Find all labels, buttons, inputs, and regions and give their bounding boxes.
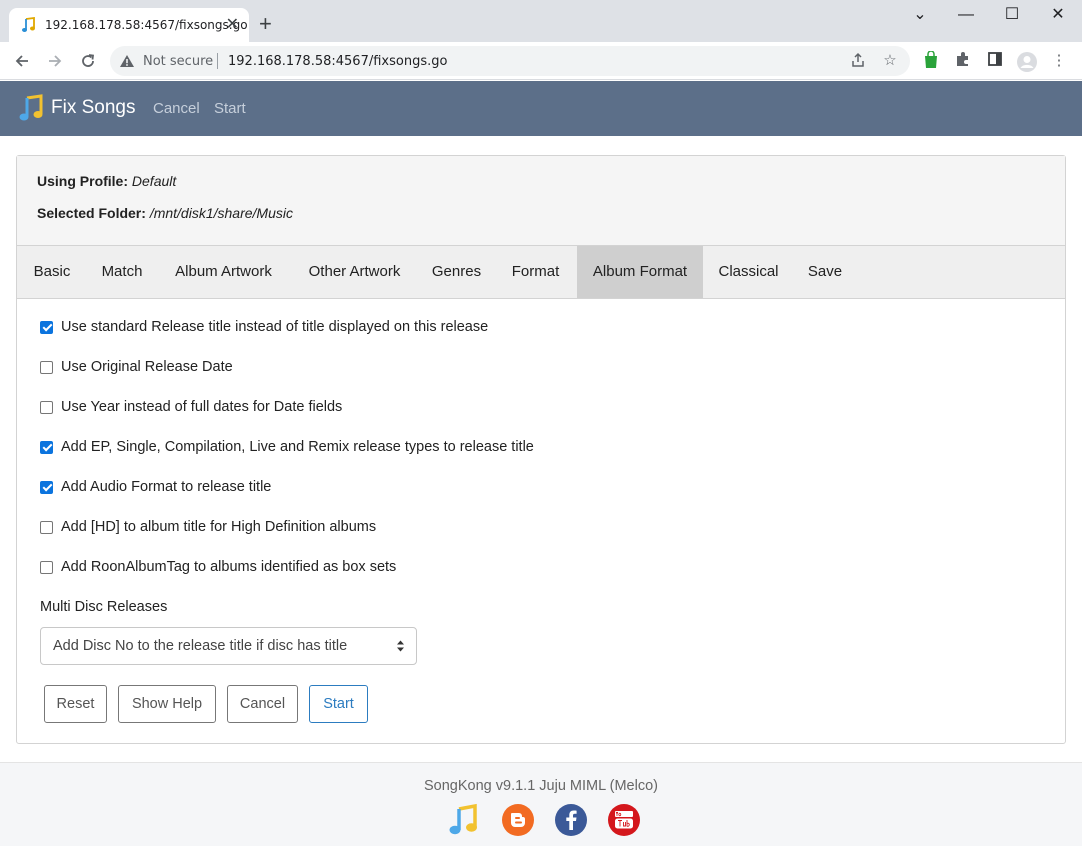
browser-tabstrip: 192.168.178.58:4567/fixsongs.go ✕ + ⌄ — … — [0, 0, 1082, 42]
option-label: Use Original Release Date — [61, 359, 233, 375]
option-label: Add EP, Single, Compilation, Live and Re… — [61, 439, 534, 455]
option-checkbox[interactable] — [40, 360, 53, 374]
settings-tabs: Basic Match Album Artwork Other Artwork … — [17, 246, 1065, 299]
tab-save[interactable]: Save — [794, 246, 856, 298]
browser-tab[interactable]: 192.168.178.58:4567/fixsongs.go ✕ — [9, 8, 249, 42]
url-text[interactable]: 192.168.178.58:4567/fixsongs.go — [228, 54, 447, 69]
tab-classical[interactable]: Classical — [703, 246, 794, 298]
songkong-logo-icon[interactable] — [18, 94, 46, 122]
new-tab-icon[interactable]: + — [259, 12, 272, 36]
fix-songs-card: Using Profile: Default Selected Folder: … — [16, 155, 1066, 744]
window-close-icon[interactable]: ✕ — [1035, 4, 1081, 26]
bookmark-star-icon[interactable]: ☆ — [881, 52, 899, 70]
version-text: SongKong v9.1.1 Juju MIML (Melco) — [424, 778, 658, 794]
forward-icon[interactable] — [43, 49, 67, 73]
option-release-types-in-title[interactable]: Add EP, Single, Compilation, Live and Re… — [40, 437, 534, 457]
multi-disc-label: Multi Disc Releases — [40, 599, 168, 615]
address-bar[interactable]: Not secure 192.168.178.58:4567/fixsongs.… — [110, 46, 910, 76]
option-label: Use Year instead of full dates for Date … — [61, 399, 343, 415]
show-help-button[interactable]: Show Help — [118, 685, 216, 723]
app-title[interactable]: Fix Songs — [51, 97, 135, 119]
side-panel-icon[interactable] — [985, 51, 1005, 71]
option-checkbox[interactable] — [40, 320, 53, 334]
profile-avatar-icon[interactable] — [1016, 51, 1037, 72]
songkong-favicon-icon — [22, 17, 35, 32]
blogger-icon[interactable] — [501, 803, 535, 837]
option-checkbox[interactable] — [40, 480, 53, 494]
app-navbar: Fix Songs Cancel Start — [0, 81, 1082, 136]
minimize-icon[interactable]: — — [943, 4, 989, 26]
profile-line: Using Profile: Default — [37, 173, 176, 189]
profile-header: Using Profile: Default Selected Folder: … — [17, 156, 1065, 246]
cancel-button[interactable]: Cancel — [227, 685, 298, 723]
tab-close-icon[interactable]: ✕ — [226, 15, 239, 35]
share-icon[interactable] — [849, 52, 867, 70]
extensions-puzzle-icon[interactable] — [953, 51, 973, 71]
select-arrows-icon — [397, 640, 404, 652]
omnibox-divider — [217, 53, 218, 69]
tab-basic[interactable]: Basic — [17, 246, 87, 298]
security-label[interactable]: Not secure — [143, 54, 213, 69]
nav-cancel-link[interactable]: Cancel — [153, 100, 200, 117]
warning-icon[interactable] — [119, 54, 135, 68]
option-original-release-date[interactable]: Use Original Release Date — [40, 357, 233, 377]
tab-other-artwork[interactable]: Other Artwork — [290, 246, 419, 298]
tab-genres[interactable]: Genres — [419, 246, 494, 298]
folder-label: Selected Folder: — [37, 205, 146, 221]
back-icon[interactable] — [10, 49, 34, 73]
folder-line: Selected Folder: /mnt/disk1/share/Music — [37, 205, 293, 221]
option-label: Add [HD] to album title for High Definit… — [61, 519, 377, 535]
multi-disc-select[interactable]: Add Disc No to the release title if disc… — [40, 627, 417, 665]
multi-disc-selected-value: Add Disc No to the release title if disc… — [53, 638, 348, 654]
tab-search-icon[interactable]: ⌄ — [897, 4, 943, 26]
start-button[interactable]: Start — [309, 685, 368, 723]
footer: SongKong v9.1.1 Juju MIML (Melco) — [0, 762, 1082, 846]
reset-button[interactable]: Reset — [44, 685, 107, 723]
option-checkbox[interactable] — [40, 520, 53, 534]
tab-format[interactable]: Format — [494, 246, 577, 298]
option-label: Add RoonAlbumTag to albums identified as… — [61, 559, 397, 575]
option-hd-in-title[interactable]: Add [HD] to album title for High Definit… — [40, 517, 376, 537]
reload-icon[interactable] — [76, 49, 100, 73]
option-checkbox[interactable] — [40, 560, 53, 574]
option-audio-format-in-title[interactable]: Add Audio Format to release title — [40, 477, 271, 497]
facebook-icon[interactable] — [554, 803, 588, 837]
profile-value: Default — [131, 173, 177, 189]
option-standard-release-title[interactable]: Use standard Release title instead of ti… — [40, 317, 488, 337]
option-year-instead-of-date[interactable]: Use Year instead of full dates for Date … — [40, 397, 342, 417]
avg-extension-icon[interactable] — [921, 50, 941, 71]
profile-label: Using Profile: — [37, 173, 129, 189]
folder-value: /mnt/disk1/share/Music — [149, 205, 293, 221]
songkong-home-icon[interactable] — [447, 803, 481, 837]
browser-toolbar: Not secure 192.168.178.58:4567/fixsongs.… — [0, 42, 1082, 80]
youtube-icon[interactable] — [607, 803, 641, 837]
option-label: Use standard Release title instead of ti… — [61, 319, 489, 335]
option-checkbox[interactable] — [40, 400, 53, 414]
option-checkbox[interactable] — [40, 440, 53, 454]
option-label: Add Audio Format to release title — [61, 479, 272, 495]
option-roon-album-tag[interactable]: Add RoonAlbumTag to albums identified as… — [40, 557, 396, 577]
nav-start-link[interactable]: Start — [214, 100, 246, 117]
tab-album-format[interactable]: Album Format — [577, 246, 703, 298]
maximize-icon[interactable]: ☐ — [989, 4, 1035, 26]
tab-match[interactable]: Match — [87, 246, 157, 298]
tab-album-artwork[interactable]: Album Artwork — [157, 246, 290, 298]
browser-menu-icon[interactable]: ⋮ — [1049, 51, 1069, 71]
tab-title: 192.168.178.58:4567/fixsongs.go — [45, 18, 248, 32]
